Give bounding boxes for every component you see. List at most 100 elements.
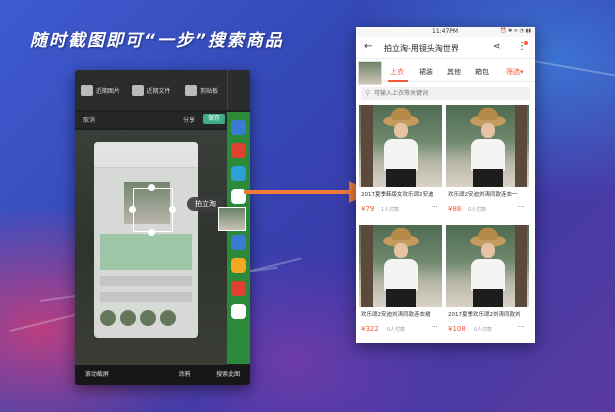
product-description: 2017夏季欢乐颂2刘涛同款刘 [448,312,521,318]
crop-selection-box[interactable] [133,188,173,232]
product-price: ¥79 [361,205,375,213]
product-card[interactable]: 2017夏季韩版女欢乐颂2安迪 ¥79 1人付款 ··· [359,105,442,221]
file-icon [131,84,144,96]
selected-thumbnail[interactable] [218,207,246,231]
app-icon[interactable] [231,281,246,296]
scissors-icon [185,84,198,96]
product-card[interactable]: 2017夏季欢乐颂2刘涛同款刘 ¥108 0人付款 ··· [446,225,529,341]
promo-slogan: 随时截图即可“一步”搜索商品 [30,31,284,51]
captured-header [94,142,198,168]
editor-bottom-bar: 滚动截屏 涂鸦 搜索此图 [75,365,250,385]
model-skirt [473,289,503,307]
app-icon[interactable] [231,235,246,250]
editor-toolbar: 近期图片 近期文件 剪贴板 [75,70,227,110]
app-icon[interactable] [231,304,246,319]
model-skirt [386,169,416,187]
clipboard-label: 剪贴板 [200,87,219,95]
captured-banner [100,234,192,270]
product-price: ¥88 [448,205,462,213]
recent-files-button[interactable]: 近期文件 [126,70,177,110]
model-face [481,123,495,138]
category-tabs: 上衣 裙装 其他 箱包 筛选▾ [356,60,535,85]
app-icon[interactable] [231,166,246,181]
image-icon [80,84,93,96]
flow-arrow [244,190,356,194]
keyword-search-input[interactable] [374,89,524,98]
crop-handle[interactable] [148,184,155,191]
share-icon[interactable]: ⋖ [493,42,501,52]
tab-dresses[interactable]: 裙装 [419,67,433,77]
query-image-thumbnail[interactable] [358,61,382,85]
sold-count: 1人付款 [381,207,400,213]
app-icon[interactable] [231,120,246,135]
bottom-action-button[interactable] [119,365,163,385]
avatar [100,310,116,326]
avatar [140,310,156,326]
model-skirt [386,289,416,307]
model-face [394,243,408,258]
clipboard-button[interactable]: 剪贴板 [176,70,227,110]
cancel-button[interactable]: 取消 [83,115,95,124]
price-value: 108 [452,325,466,333]
tab-other[interactable]: 其他 [447,67,461,77]
product-description: 2017夏季韩版女欢乐颂2安迪 [361,192,434,198]
notification-dot [524,41,528,45]
more-icon[interactable]: ··· [518,203,525,211]
keyword-search-bar[interactable]: ⚲ [361,87,530,100]
captured-avatars [100,310,192,330]
hat-crown [391,228,411,240]
model-skirt [473,169,503,187]
model-shirt [471,139,505,171]
model-face [394,123,408,138]
status-time: 11:47PM [432,28,459,35]
app-header: ← 拍立淘-用镜头淘世界 ⋖ ⋮ [356,37,535,59]
crop-handle[interactable] [148,229,155,236]
search-image-button[interactable]: 搜索此图 [206,365,250,385]
product-price: ¥108 [448,325,466,333]
price-value: 88 [452,205,462,213]
back-arrow-icon[interactable]: ← [364,41,372,52]
filter-button[interactable]: 筛选▾ [506,67,524,77]
scroll-capture-button[interactable]: 滚动截屏 [75,365,119,385]
search-icon: ⚲ [365,89,371,97]
sold-count: 0人付款 [387,327,406,333]
product-description: 欢乐颂2安迪刘涛同款连衣裙 [361,312,431,318]
recent-files-label: 近期文件 [146,87,171,95]
product-card[interactable]: 欢乐颂2安迪刘涛同款连衣裙 ¥322 0人付款 ··· [359,225,442,341]
crop-handle[interactable] [129,206,136,213]
model-face [481,243,495,258]
page-title: 拍立淘-用镜头淘世界 [384,44,459,53]
sold-count: 0人付款 [474,327,493,333]
sold-count: 0人付款 [468,207,487,213]
status-icons: ⏰ ✱ ≋ ◔ ▮▮ [500,28,531,34]
more-icon[interactable]: ··· [431,323,438,331]
status-bar: 11:47PM ⏰ ✱ ≋ ◔ ▮▮ [356,27,535,37]
product-card[interactable]: 欢乐颂2安迪刘涛同款连衣一 ¥88 0人付款 ··· [446,105,529,221]
captured-screenshot [94,142,198,338]
product-image [359,225,442,307]
share-button[interactable]: 分享 [183,115,195,124]
product-grid: 2017夏季韩版女欢乐颂2安迪 ¥79 1人付款 ··· 欢乐颂2安迪刘涛同款连… [359,105,532,343]
save-button[interactable]: 保存 [203,114,225,124]
product-image [446,225,529,307]
doodle-button[interactable]: 涂鸦 [163,365,207,385]
app-icon[interactable] [231,258,246,273]
recent-images-button[interactable]: 近期图片 [75,70,126,110]
more-icon[interactable]: ··· [518,323,525,331]
price-value: 322 [365,325,379,333]
model-shirt [384,139,418,171]
tree-trunk [361,105,373,187]
hat-crown [478,108,498,120]
crop-handle[interactable] [169,206,176,213]
app-icon[interactable] [231,143,246,158]
product-description: 欢乐颂2安迪刘涛同款连衣一 [448,192,518,198]
avatar [120,310,136,326]
app-shortcut-strip [227,112,250,364]
tab-bags[interactable]: 箱包 [475,67,489,77]
hat-crown [478,228,498,240]
more-icon[interactable]: ··· [431,203,438,211]
model-shirt [384,259,418,291]
phone-screen: 11:47PM ⏰ ✱ ≋ ◔ ▮▮ ← 拍立淘-用镜头淘世界 ⋖ ⋮ 上衣 裙… [356,27,535,343]
tab-tops[interactable]: 上衣 [390,67,404,77]
recent-images-label: 近期图片 [95,87,120,95]
